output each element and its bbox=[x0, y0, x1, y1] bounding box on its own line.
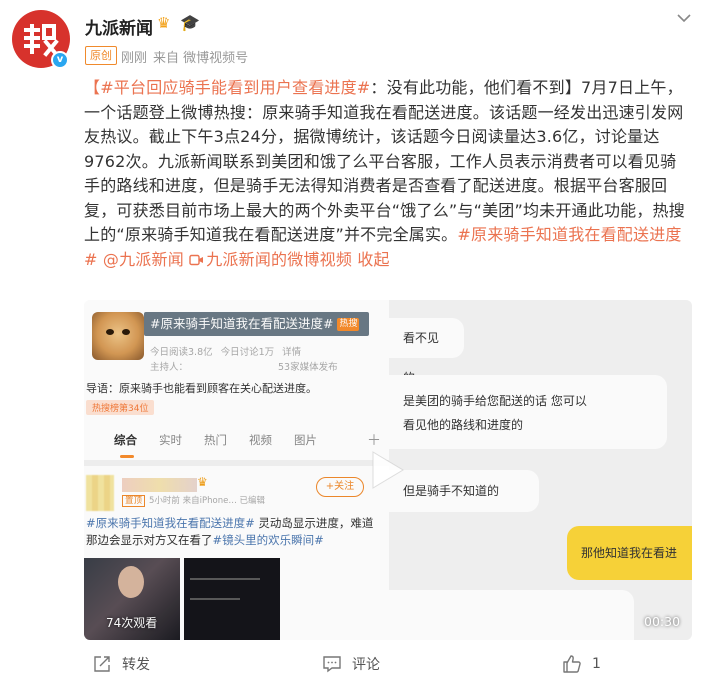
repost-label: 转发 bbox=[122, 657, 150, 673]
topic-link[interactable]: 【#平台回应骑手能看到用户查看进度# bbox=[84, 78, 370, 97]
post-source[interactable]: 来自 微博视频号 bbox=[153, 51, 248, 66]
username[interactable]: 九派新闻 bbox=[85, 14, 153, 39]
video-icon bbox=[189, 254, 204, 265]
video-link[interactable]: 九派新闻的微博视频 bbox=[189, 250, 352, 269]
video-player[interactable]: #原来骑手知道我在看配送进度#热搜 今日阅读3.8亿今日讨论1万详情 主持人：5… bbox=[84, 300, 692, 640]
video-duration: 00:30 bbox=[644, 614, 681, 629]
comment-button[interactable]: 评论 bbox=[322, 654, 380, 674]
comment-icon bbox=[323, 656, 341, 673]
action-bar: 转发 评论 1 bbox=[0, 648, 706, 683]
repost-button[interactable]: 转发 bbox=[92, 654, 150, 674]
post-meta: 刚刚 来自 微博视频号 bbox=[121, 47, 254, 66]
repost-icon bbox=[94, 656, 110, 672]
verified-icon: v bbox=[51, 51, 69, 69]
post-text: 【#平台回应骑手能看到用户查看进度#：没有此功能，他们看不到】7月7日上午，一个… bbox=[84, 76, 690, 272]
post-time[interactable]: 刚刚 bbox=[121, 51, 147, 66]
video-link-label: 九派新闻的微博视频 bbox=[206, 249, 353, 269]
crown-icon[interactable]: ♛ bbox=[157, 14, 170, 32]
like-button[interactable]: 1 bbox=[562, 654, 601, 674]
comment-label: 评论 bbox=[352, 657, 380, 673]
collapse-link[interactable]: 收起 bbox=[357, 250, 389, 269]
play-icon[interactable] bbox=[367, 448, 407, 492]
chevron-down-icon[interactable] bbox=[674, 8, 694, 28]
post-lead: ：没有此功能，他们看不到】 bbox=[370, 78, 582, 97]
post-body: 7月7日上午，一个话题登上微博热搜：原来骑手知道我在看配送进度。该话题一经发出迅… bbox=[84, 78, 685, 244]
graduation-cap-icon[interactable]: 🎓 bbox=[180, 13, 200, 32]
like-count: 1 bbox=[592, 656, 601, 672]
thumbs-up-icon bbox=[563, 655, 581, 673]
original-tag: 原创 bbox=[85, 46, 117, 65]
mention-link[interactable]: @九派新闻 bbox=[103, 250, 184, 269]
